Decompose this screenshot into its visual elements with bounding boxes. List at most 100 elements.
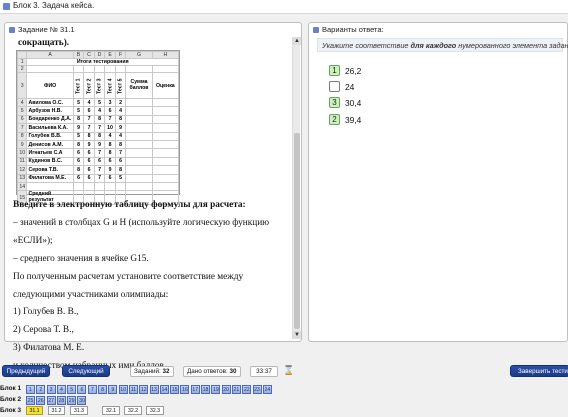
hourglass-icon: ⌛	[283, 365, 295, 375]
sheet-data-row: 13 Филатова М.Е. 6 6 7 6 5	[16, 173, 180, 183]
task-number-button[interactable]: 26	[36, 396, 46, 405]
task-number-button[interactable]: 7	[87, 385, 97, 394]
task-number-button[interactable]: 4	[56, 385, 66, 394]
task-31-2-button[interactable]: 31.2	[48, 406, 65, 415]
task-number-button[interactable]: 8	[98, 385, 108, 394]
sum-cell	[125, 148, 153, 158]
answered-count: Дано ответов: 30	[183, 366, 241, 377]
scroll-thumb[interactable]	[294, 133, 300, 329]
sheet-cell	[83, 65, 95, 73]
row-number: 13	[16, 173, 28, 183]
task-number-button[interactable]: 18	[201, 385, 211, 394]
test-score: 8	[72, 165, 85, 175]
task-number-button[interactable]: 17	[190, 385, 200, 394]
task-number-button[interactable]: 27	[46, 396, 56, 405]
test-score: 7	[93, 123, 106, 133]
header-grade: Оценка	[151, 72, 180, 99]
sum-cell	[125, 131, 153, 141]
task-text-line: следующими участниками олимпиады:	[13, 289, 169, 300]
task-number-button[interactable]: 28	[56, 396, 66, 405]
finish-test-button[interactable]: Завершить тестир	[510, 365, 568, 377]
task-number-button[interactable]: 10	[118, 385, 128, 394]
tasks-count: Заданий: 32	[130, 366, 174, 377]
sheet-col-a: A	[26, 51, 74, 59]
answer-mark-box[interactable]: 1	[329, 65, 340, 76]
task-number-button[interactable]: 5	[67, 385, 77, 394]
task-number-button[interactable]: 1	[26, 385, 35, 394]
task-number-button[interactable]: 3	[46, 385, 56, 394]
task-32-2-button[interactable]: 32.2	[124, 406, 142, 415]
sheet-col-c: C	[83, 51, 95, 59]
task-panel-icon	[9, 27, 15, 33]
sheet-cell	[151, 181, 180, 192]
sheet-cell	[72, 65, 85, 73]
task-number-button[interactable]: 30	[77, 396, 87, 405]
instruction-box: Укажите соответствие для каждого нумеров…	[317, 38, 568, 52]
task-31-1-button[interactable]: 31.1	[26, 406, 43, 415]
task-number-button[interactable]: 15	[170, 385, 180, 394]
test-score: 8	[114, 139, 127, 150]
row-number: 2	[16, 65, 28, 73]
task-number-button[interactable]: 11	[128, 385, 138, 394]
test-score: 6	[93, 156, 106, 167]
sheet-corner	[16, 51, 28, 59]
header-test-5: Тест 5	[115, 72, 126, 99]
task-number-button[interactable]: 19	[211, 385, 221, 394]
task-number-button[interactable]: 6	[77, 385, 87, 394]
test-score: 5	[72, 106, 85, 116]
test-score: 7	[93, 173, 106, 183]
answer-mark-box[interactable]	[329, 81, 340, 92]
sheet-col-f: F	[114, 51, 127, 59]
task-number-button[interactable]: 2	[36, 385, 46, 394]
test-score: 6	[72, 156, 85, 167]
participant-name: Авилова О.С.	[26, 97, 74, 108]
row-number: 8	[16, 131, 28, 141]
task-number-button[interactable]: 23	[252, 385, 262, 394]
row-number: 6	[16, 114, 28, 125]
task-31-3-button[interactable]: 31.3	[70, 406, 88, 415]
sheet-cell	[104, 181, 116, 192]
task-number-button[interactable]: 12	[139, 385, 149, 394]
task-number-button[interactable]: 14	[159, 385, 169, 394]
participant-name: Игнатьев С.А	[26, 148, 74, 158]
previous-button[interactable]: Предыдущий	[2, 365, 50, 377]
instruction-text: Укажите соответствие для каждого нумеров…	[322, 41, 568, 50]
scroll-down-arrow-icon[interactable]: ▼	[293, 331, 301, 339]
participant-name: Арбузов Н.В.	[26, 106, 74, 116]
task-number-button[interactable]: 24	[262, 385, 272, 394]
sheet-cell	[26, 181, 74, 192]
sheet-row-1: 1 Итоги тестирования	[16, 58, 179, 66]
sheet-cell	[114, 181, 127, 192]
task-32-1-button[interactable]: 32.1	[102, 406, 120, 415]
scroll-up-arrow-icon[interactable]: ▲	[293, 37, 301, 45]
instruction-emphasis: для каждого	[410, 41, 457, 50]
row-number: 3	[16, 72, 28, 99]
sheet-cell	[125, 65, 153, 73]
grade-cell	[151, 139, 180, 150]
test-score: 2	[114, 97, 127, 108]
task-text-line: Введите в электронную таблицу формулы дл…	[13, 200, 246, 210]
next-button[interactable]: Следующий	[62, 365, 110, 377]
task-text-line: 1) Голубев В. В.,	[13, 307, 79, 318]
sum-cell	[125, 156, 153, 167]
task-number-button[interactable]: 13	[149, 385, 159, 394]
instruction-suffix: нумерованного элемента задания	[456, 41, 568, 50]
answer-mark-box[interactable]: 3	[329, 97, 340, 108]
answer-mark-box[interactable]: 2	[329, 114, 340, 125]
task-number-button[interactable]: 9	[108, 385, 118, 394]
row-number: 1	[16, 58, 28, 66]
task-number-button[interactable]: 29	[67, 396, 77, 405]
task-number-button[interactable]: 21	[231, 385, 241, 394]
task-number-button[interactable]: 16	[180, 385, 190, 394]
test-score: 6	[83, 165, 95, 175]
task-32-3-button[interactable]: 32.3	[146, 406, 164, 415]
participant-name: Голубев В.В.	[26, 131, 74, 141]
test-score: 8	[72, 114, 85, 125]
task-scrollbar[interactable]: ▲ ▼	[292, 37, 301, 339]
task-number-button[interactable]: 22	[242, 385, 252, 394]
task-number-button[interactable]: 20	[221, 385, 231, 394]
row-number: 9	[16, 139, 28, 150]
header-test-2: Тест 2	[83, 72, 95, 99]
window-title: Блок 3. Задача кейса.	[13, 1, 95, 10]
task-number-button[interactable]: 25	[26, 396, 35, 405]
